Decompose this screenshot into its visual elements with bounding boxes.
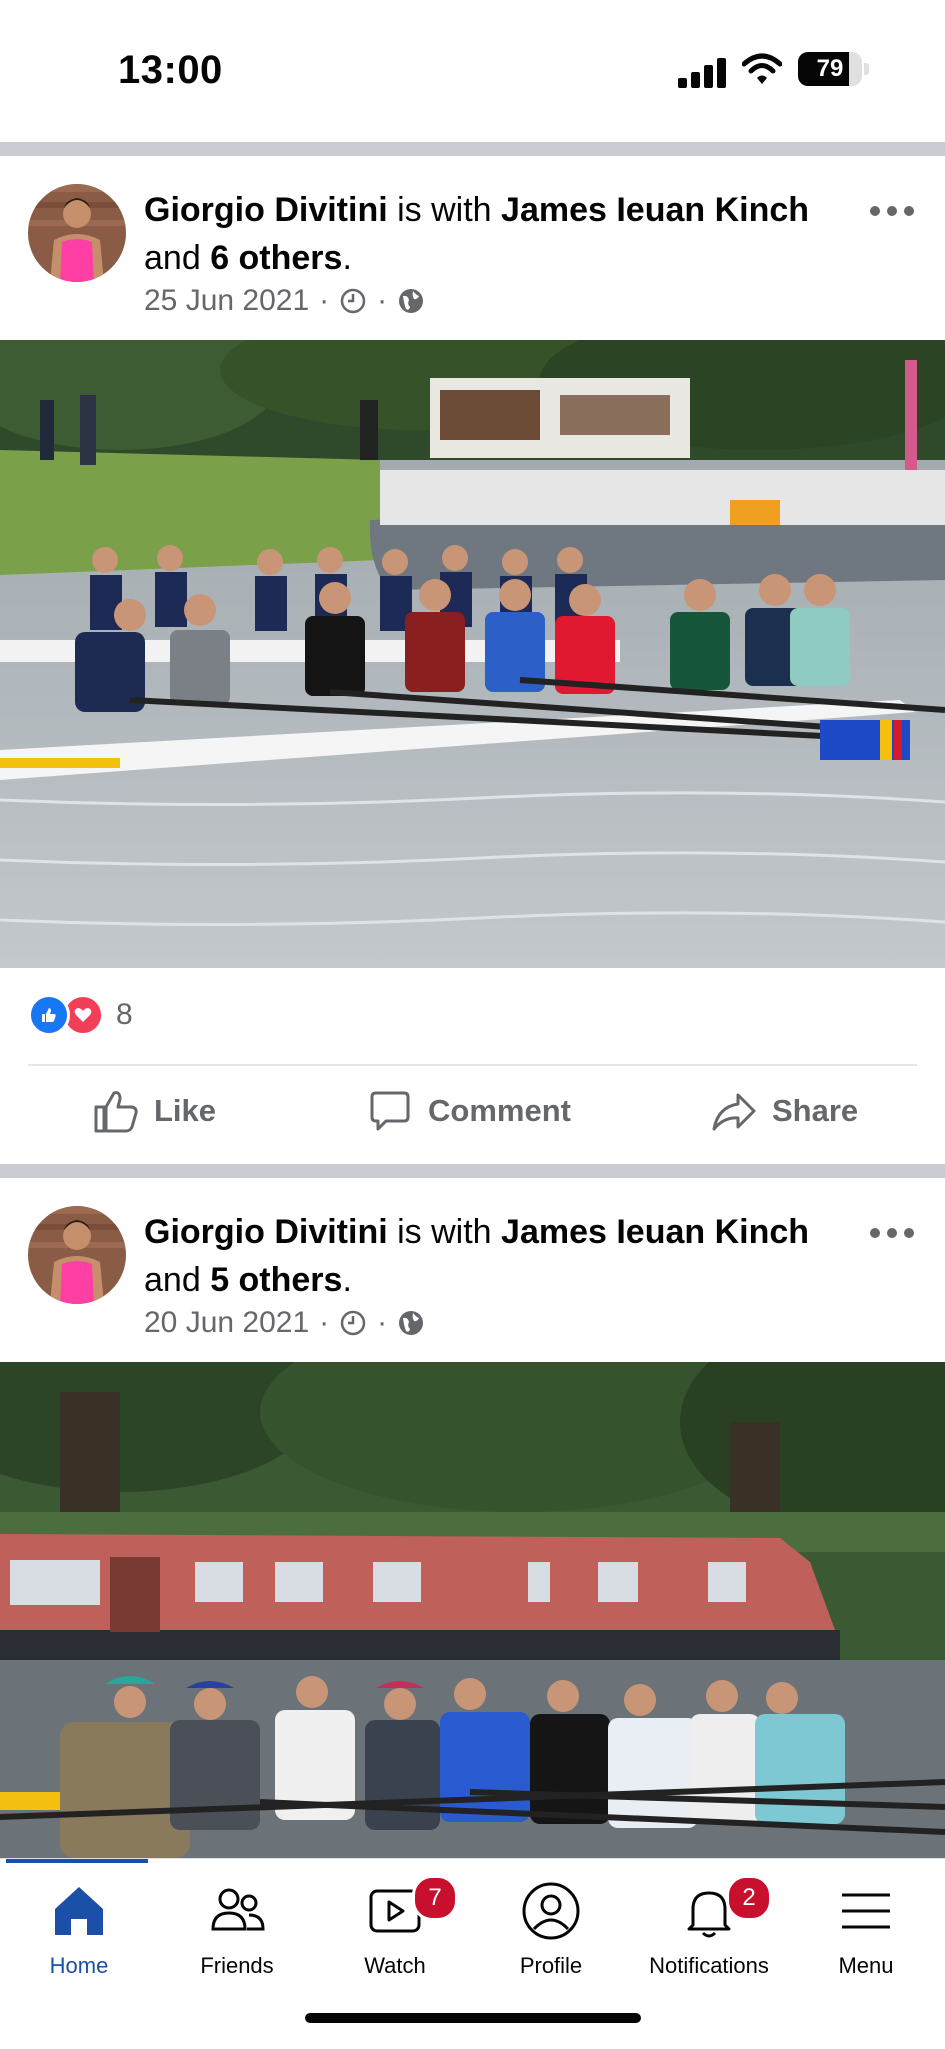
menu-icon <box>842 1893 890 1929</box>
tab-label: Profile <box>519 1953 583 1978</box>
tab-menu[interactable]: Menu <box>787 1881 945 2001</box>
feed-divider <box>0 1164 945 1178</box>
globe-icon <box>399 289 424 313</box>
meta-separator: · <box>377 1306 388 1339</box>
tab-label: Notifications <box>649 1953 769 1978</box>
post-heading: Giorgio Divitini is with James Ieuan Kin… <box>144 1208 844 1304</box>
notification-badge: 2 <box>726 1875 772 1921</box>
status-bar: 13:00 79 <box>0 0 945 140</box>
share-label: Share <box>772 1093 859 1128</box>
share-button[interactable]: Share <box>710 1066 858 1156</box>
active-tab-indicator <box>6 1859 148 1863</box>
thumbs-up-icon <box>94 1091 138 1133</box>
tab-label: Home <box>49 1953 109 1978</box>
post-meta: 25 Jun 2021 · · <box>144 284 425 318</box>
more-options-icon[interactable] <box>870 196 914 226</box>
comment-icon <box>370 1091 410 1131</box>
home-icon <box>55 1887 103 1935</box>
heading-period: . <box>342 1261 352 1299</box>
comment-button[interactable]: Comment <box>366 1066 571 1156</box>
heading-connector: is with <box>387 1213 502 1251</box>
heading-and: and <box>144 1261 211 1299</box>
avatar[interactable] <box>28 1206 126 1304</box>
heading-connector: is with <box>387 191 502 229</box>
share-icon <box>712 1093 756 1131</box>
signal-icon <box>678 56 730 88</box>
tab-friends[interactable]: Friends <box>158 1881 316 2001</box>
author-name[interactable]: Giorgio Divitini <box>144 1213 388 1251</box>
others-link[interactable]: 6 others <box>210 239 342 277</box>
clock-icon <box>340 288 366 314</box>
battery-tip <box>864 63 869 75</box>
meta-separator: · <box>319 1306 330 1339</box>
profile-icon <box>522 1882 580 1940</box>
battery-level: 79 <box>816 55 844 82</box>
tagged-name[interactable]: James Ieuan Kinch <box>501 1213 809 1251</box>
meta-separator: · <box>319 284 330 317</box>
notification-badge: 7 <box>412 1875 458 1921</box>
tab-label: Friends <box>200 1953 274 1978</box>
tab-notifications[interactable]: 2 Notifications <box>630 1875 788 2001</box>
comment-label: Comment <box>428 1093 571 1128</box>
tab-watch[interactable]: 7 Watch <box>316 1875 474 2001</box>
post-meta: 20 Jun 2021 · · <box>144 1306 425 1340</box>
meta-separator: · <box>377 284 388 317</box>
clock-icon <box>340 1310 366 1336</box>
tab-home[interactable]: Home <box>0 1881 158 2001</box>
author-name[interactable]: Giorgio Divitini <box>144 191 388 229</box>
post-date[interactable]: 20 Jun 2021 <box>144 1306 309 1340</box>
like-button[interactable]: Like <box>92 1066 216 1156</box>
tab-profile[interactable]: Profile <box>472 1881 630 2001</box>
heading-period: . <box>342 239 352 277</box>
post-heading: Giorgio Divitini is with James Ieuan Kin… <box>144 186 844 282</box>
like-reaction-icon <box>28 994 70 1036</box>
wifi-icon <box>742 53 782 84</box>
post-photo[interactable] <box>0 1362 945 1858</box>
reaction-count: 8 <box>116 998 133 1031</box>
tab-label: Menu <box>838 1953 894 1978</box>
tagged-name[interactable]: James Ieuan Kinch <box>501 191 809 229</box>
post-photo[interactable] <box>0 340 945 968</box>
reaction-summary[interactable]: 8 <box>28 994 133 1036</box>
post-date[interactable]: 25 Jun 2021 <box>144 284 309 318</box>
heading-and: and <box>144 239 211 277</box>
home-indicator <box>305 2013 641 2023</box>
feed-divider <box>0 142 945 156</box>
like-label: Like <box>154 1093 217 1128</box>
globe-icon <box>399 1311 424 1335</box>
more-options-icon[interactable] <box>870 1218 914 1248</box>
others-link[interactable]: 5 others <box>210 1261 342 1299</box>
battery-icon: 79 <box>798 52 862 86</box>
status-time: 13:00 <box>118 48 223 92</box>
avatar[interactable] <box>28 184 126 282</box>
friends-icon <box>211 1888 265 1931</box>
action-bar: Like Comment Share <box>0 1066 945 1156</box>
tab-label: Watch <box>364 1953 426 1978</box>
